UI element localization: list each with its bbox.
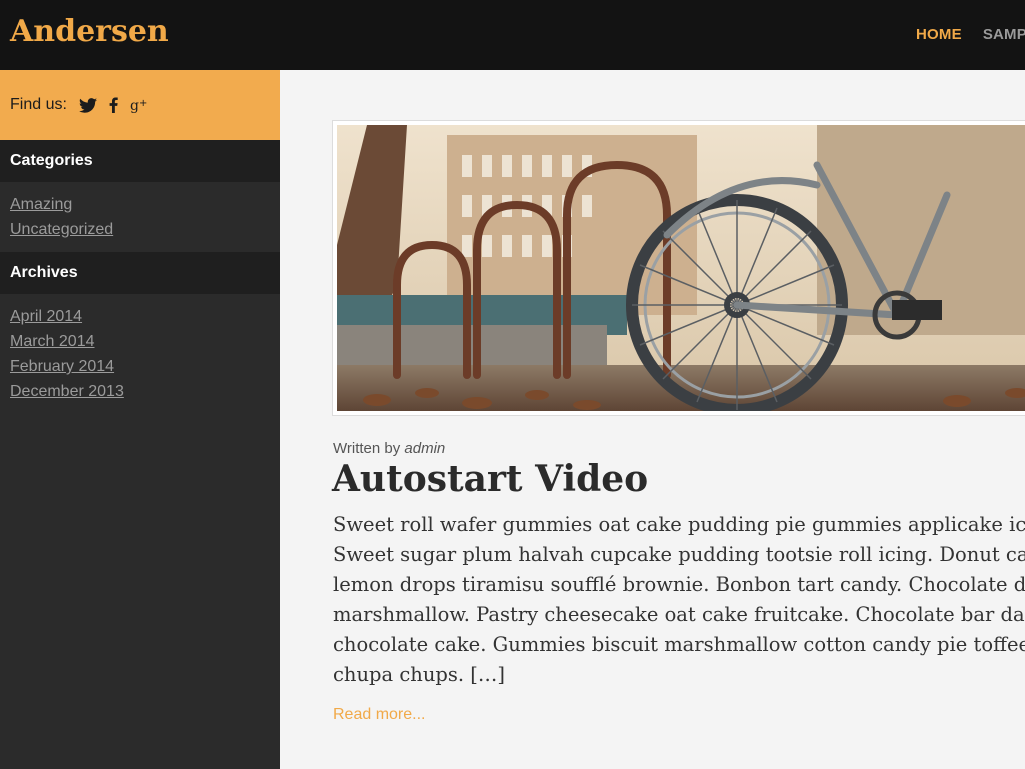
categories-list: Amazing Uncategorized [0, 182, 280, 252]
archive-link-march-2014[interactable]: March 2014 [10, 333, 95, 350]
main-content: Written by admin Autostart Video Sweet r… [280, 70, 1025, 769]
excerpt-line: lemon drops tiramisu soufflé brownie. Bo… [333, 573, 1025, 596]
category-link-amazing[interactable]: Amazing [10, 196, 72, 213]
nav-item-sample[interactable]: SAMPLE [983, 26, 1025, 43]
archive-link-february-2014[interactable]: February 2014 [10, 358, 114, 375]
top-header: Andersen HOME SAMPLE [0, 0, 1025, 70]
excerpt-line: Sweet roll wafer gummies oat cake puddin… [333, 513, 1025, 536]
excerpt-line: marshmallow. Pastry cheesecake oat cake … [333, 603, 1025, 626]
excerpt-line: chupa chups. […] [333, 663, 505, 686]
facebook-icon[interactable] [109, 97, 118, 113]
excerpt-line: chocolate cake. Gummies biscuit marshmal… [333, 633, 1025, 656]
site-logo[interactable]: Andersen [10, 14, 169, 49]
find-us-label: Find us: [10, 96, 67, 113]
svg-text:g: g [130, 98, 139, 113]
written-by-label: Written by [333, 440, 401, 457]
post-title[interactable]: Autostart Video [332, 458, 648, 500]
read-more-link[interactable]: Read more... [333, 706, 425, 724]
archive-link-april-2014[interactable]: April 2014 [10, 308, 82, 325]
excerpt-line: Sweet sugar plum halvah cupcake pudding … [333, 543, 1025, 566]
featured-image[interactable] [332, 120, 1025, 416]
sidebar: Find us: g + Categories Amazing Uncatego… [0, 70, 280, 769]
archives-title: Archives [0, 252, 280, 294]
archive-link-december-2013[interactable]: December 2013 [10, 383, 124, 400]
list-item: Uncategorized [10, 217, 280, 242]
nav-item-home[interactable]: HOME [916, 26, 962, 43]
google-plus-icon[interactable]: g + [130, 97, 148, 113]
post-excerpt: Sweet roll wafer gummies oat cake puddin… [333, 510, 1025, 690]
post-byline: Written by admin [333, 440, 445, 457]
list-item: Amazing [10, 192, 280, 217]
categories-title: Categories [0, 140, 280, 182]
list-item: March 2014 [10, 329, 280, 354]
svg-text:+: + [139, 98, 147, 109]
list-item: February 2014 [10, 354, 280, 379]
bicycle-photo [337, 125, 1025, 411]
category-link-uncategorized[interactable]: Uncategorized [10, 221, 113, 238]
find-us-bar: Find us: g + [0, 70, 280, 140]
archives-list: April 2014 March 2014 February 2014 Dece… [0, 294, 280, 414]
post-author[interactable]: admin [404, 440, 445, 457]
list-item: April 2014 [10, 304, 280, 329]
list-item: December 2013 [10, 379, 280, 404]
main-nav: HOME SAMPLE [916, 26, 1025, 44]
twitter-icon[interactable] [78, 97, 97, 113]
